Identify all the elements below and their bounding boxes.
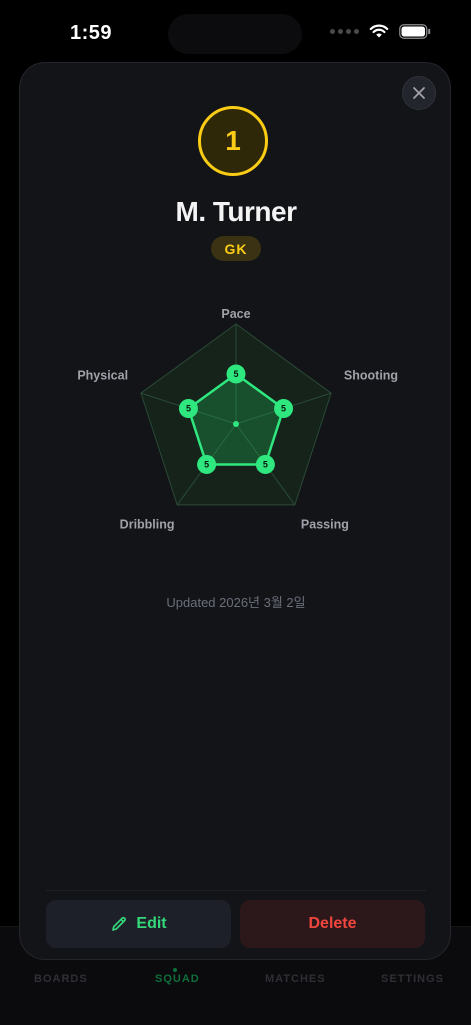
attributes-radar-chart: 5 5 5 5 5 Pace Shooting Passing Dribbling Physica…	[77, 307, 398, 531]
position-badge: GK	[211, 236, 261, 261]
active-tab-indicator	[173, 968, 177, 972]
tab-matches[interactable]: MATCHES	[265, 973, 326, 985]
tab-boards[interactable]: BOARDS	[34, 973, 88, 985]
radar-axis-label: Pace	[221, 307, 250, 321]
player-detail-sheet: 1 M. Turner GK 5 5 5 5 5 Pace Shooting Passing D…	[19, 62, 451, 960]
radar-value-label: 5	[204, 460, 209, 470]
radar-value-label: 5	[186, 404, 191, 414]
divider	[46, 890, 426, 891]
radar-value-label: 5	[233, 369, 238, 379]
edit-button[interactable]: Edit	[46, 900, 231, 948]
tab-settings[interactable]: SETTINGS	[381, 973, 444, 985]
radar-value-label: 5	[263, 460, 268, 470]
status-bar: 1:59	[0, 0, 471, 62]
close-icon	[413, 87, 425, 99]
delete-button[interactable]: Delete	[240, 900, 425, 948]
battery-icon	[399, 24, 431, 39]
radar-axis-label: Physical	[77, 369, 128, 383]
player-number: 1	[225, 125, 241, 156]
wifi-icon	[369, 24, 389, 38]
player-name: M. Turner	[175, 196, 297, 227]
status-icons	[330, 24, 431, 39]
delete-button-label: Delete	[308, 915, 357, 932]
radar-axis-label: Shooting	[344, 369, 398, 383]
radar-center-dot	[233, 421, 239, 427]
updated-date: Updated 2026년 3월 2일	[166, 595, 306, 610]
cellular-icon	[330, 29, 359, 34]
edit-button-label: Edit	[136, 915, 167, 932]
radar-axis-label: Passing	[301, 517, 349, 531]
dynamic-island	[168, 14, 302, 54]
status-time: 1:59	[70, 22, 113, 44]
tab-squad[interactable]: SQUAD	[155, 973, 200, 985]
pencil-icon	[112, 916, 127, 931]
close-button[interactable]	[402, 76, 436, 110]
radar-axis-label: Dribbling	[120, 517, 175, 531]
radar-value-label: 5	[281, 404, 286, 414]
player-number-avatar: 1	[198, 106, 268, 176]
